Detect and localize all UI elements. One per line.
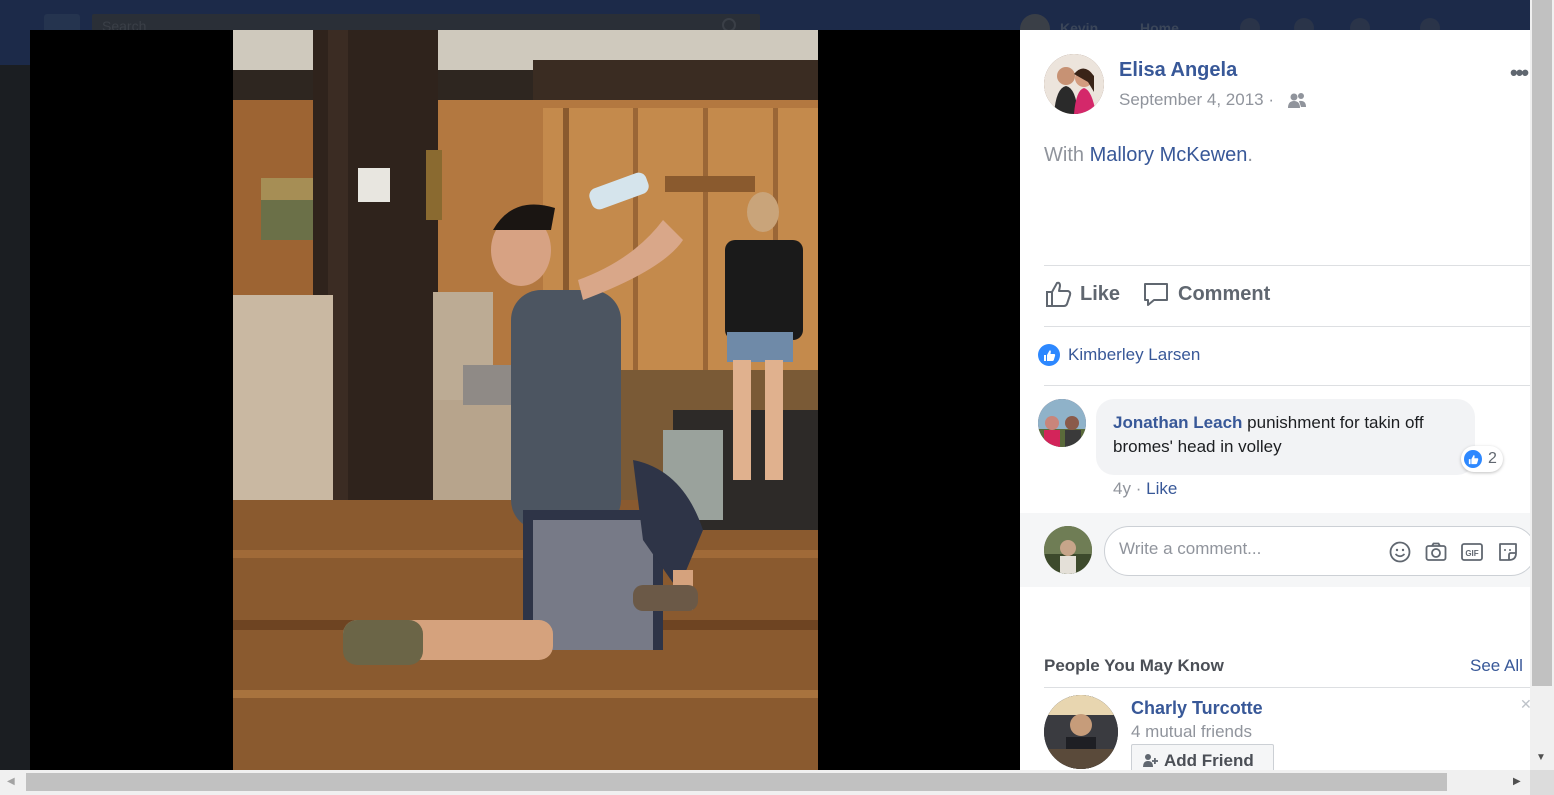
sticker-icon[interactable] xyxy=(1496,540,1520,564)
like-button[interactable]: Like xyxy=(1044,280,1120,308)
author-avatar[interactable] xyxy=(1044,54,1104,114)
add-friend-icon xyxy=(1143,754,1158,767)
comment-button-label: Comment xyxy=(1178,282,1271,305)
pymk-mutual-friends[interactable]: 4 mutual friends xyxy=(1131,722,1252,742)
comment-button[interactable]: Comment xyxy=(1142,280,1270,308)
comment-reaction-count[interactable]: 2 xyxy=(1461,446,1503,472)
post-caption: With Mallory McKewen. xyxy=(1044,144,1253,167)
scrollbar-corner xyxy=(1530,770,1554,795)
commenter-avatar-image xyxy=(1038,399,1086,447)
close-icon[interactable]: ✕ xyxy=(1520,696,1530,713)
current-user-avatar-image xyxy=(1044,526,1092,574)
scroll-left-arrow-icon[interactable]: ◀ xyxy=(7,776,15,787)
with-suffix: . xyxy=(1247,144,1253,166)
photo-image xyxy=(233,30,818,770)
commenter-avatar[interactable] xyxy=(1038,399,1086,447)
like-reaction-icon xyxy=(1464,450,1482,468)
comment-meta: 4y · Like xyxy=(1113,479,1177,499)
svg-text:GIF: GIF xyxy=(1465,549,1478,558)
like-reaction-icon xyxy=(1038,344,1060,366)
pymk-avatar-image xyxy=(1044,695,1118,769)
post-date[interactable]: September 4, 2013 · xyxy=(1119,90,1274,110)
thumbs-up-icon xyxy=(1046,281,1072,307)
comment-icon xyxy=(1144,283,1168,306)
emoji-icon[interactable] xyxy=(1388,540,1412,564)
comment-input[interactable] xyxy=(1119,539,1379,559)
vertical-scrollbar-thumb[interactable] xyxy=(1532,0,1552,686)
vertical-scrollbar[interactable]: ▼ xyxy=(1530,0,1554,770)
post-author-name[interactable]: Elisa Angela xyxy=(1119,59,1237,82)
comment-like-link[interactable]: Like xyxy=(1146,479,1177,498)
scroll-down-arrow-icon[interactable]: ▼ xyxy=(1536,752,1546,763)
gif-icon[interactable]: GIF xyxy=(1460,540,1484,564)
see-all-link[interactable]: See All xyxy=(1470,656,1523,676)
divider xyxy=(1044,687,1530,688)
tagged-person-link[interactable]: Mallory McKewen xyxy=(1090,144,1248,166)
pymk-person-name[interactable]: Charly Turcotte xyxy=(1131,698,1263,719)
comment-age[interactable]: 4y xyxy=(1113,479,1131,498)
horizontal-scrollbar[interactable]: ◀ ▶ xyxy=(0,770,1530,795)
with-prefix: With xyxy=(1044,144,1084,166)
add-friend-label: Add Friend xyxy=(1164,751,1254,770)
author-avatar-image xyxy=(1044,54,1104,114)
pymk-avatar[interactable] xyxy=(1044,695,1118,769)
current-user-avatar xyxy=(1044,526,1092,574)
comment-bubble: Jonathan Leach punishment for takin off … xyxy=(1096,399,1475,475)
add-friend-button[interactable]: Add Friend xyxy=(1131,744,1274,770)
reactions-summary[interactable]: Kimberley Larsen xyxy=(1038,344,1200,366)
post-photo[interactable] xyxy=(233,30,818,770)
scroll-right-arrow-icon[interactable]: ▶ xyxy=(1513,776,1521,787)
reaction-count: 2 xyxy=(1488,450,1497,467)
post-detail-panel: Elisa Angela September 4, 2013 · ••• Wit… xyxy=(1020,30,1530,770)
comment-author-link[interactable]: Jonathan Leach xyxy=(1113,413,1242,432)
divider xyxy=(1044,265,1530,266)
friends-icon[interactable] xyxy=(1288,92,1306,108)
pymk-title: People You May Know xyxy=(1044,656,1224,675)
divider xyxy=(1044,385,1530,386)
more-options-icon[interactable]: ••• xyxy=(1510,60,1529,86)
liker-name-link[interactable]: Kimberley Larsen xyxy=(1068,345,1200,365)
camera-icon[interactable] xyxy=(1424,540,1448,564)
horizontal-scrollbar-thumb[interactable] xyxy=(26,773,1447,791)
comment-input-box[interactable]: GIF xyxy=(1104,526,1530,576)
like-button-label: Like xyxy=(1080,282,1121,305)
comment-meta-separator: · xyxy=(1135,479,1142,498)
divider xyxy=(1044,326,1530,327)
photo-viewer[interactable] xyxy=(30,30,1020,770)
